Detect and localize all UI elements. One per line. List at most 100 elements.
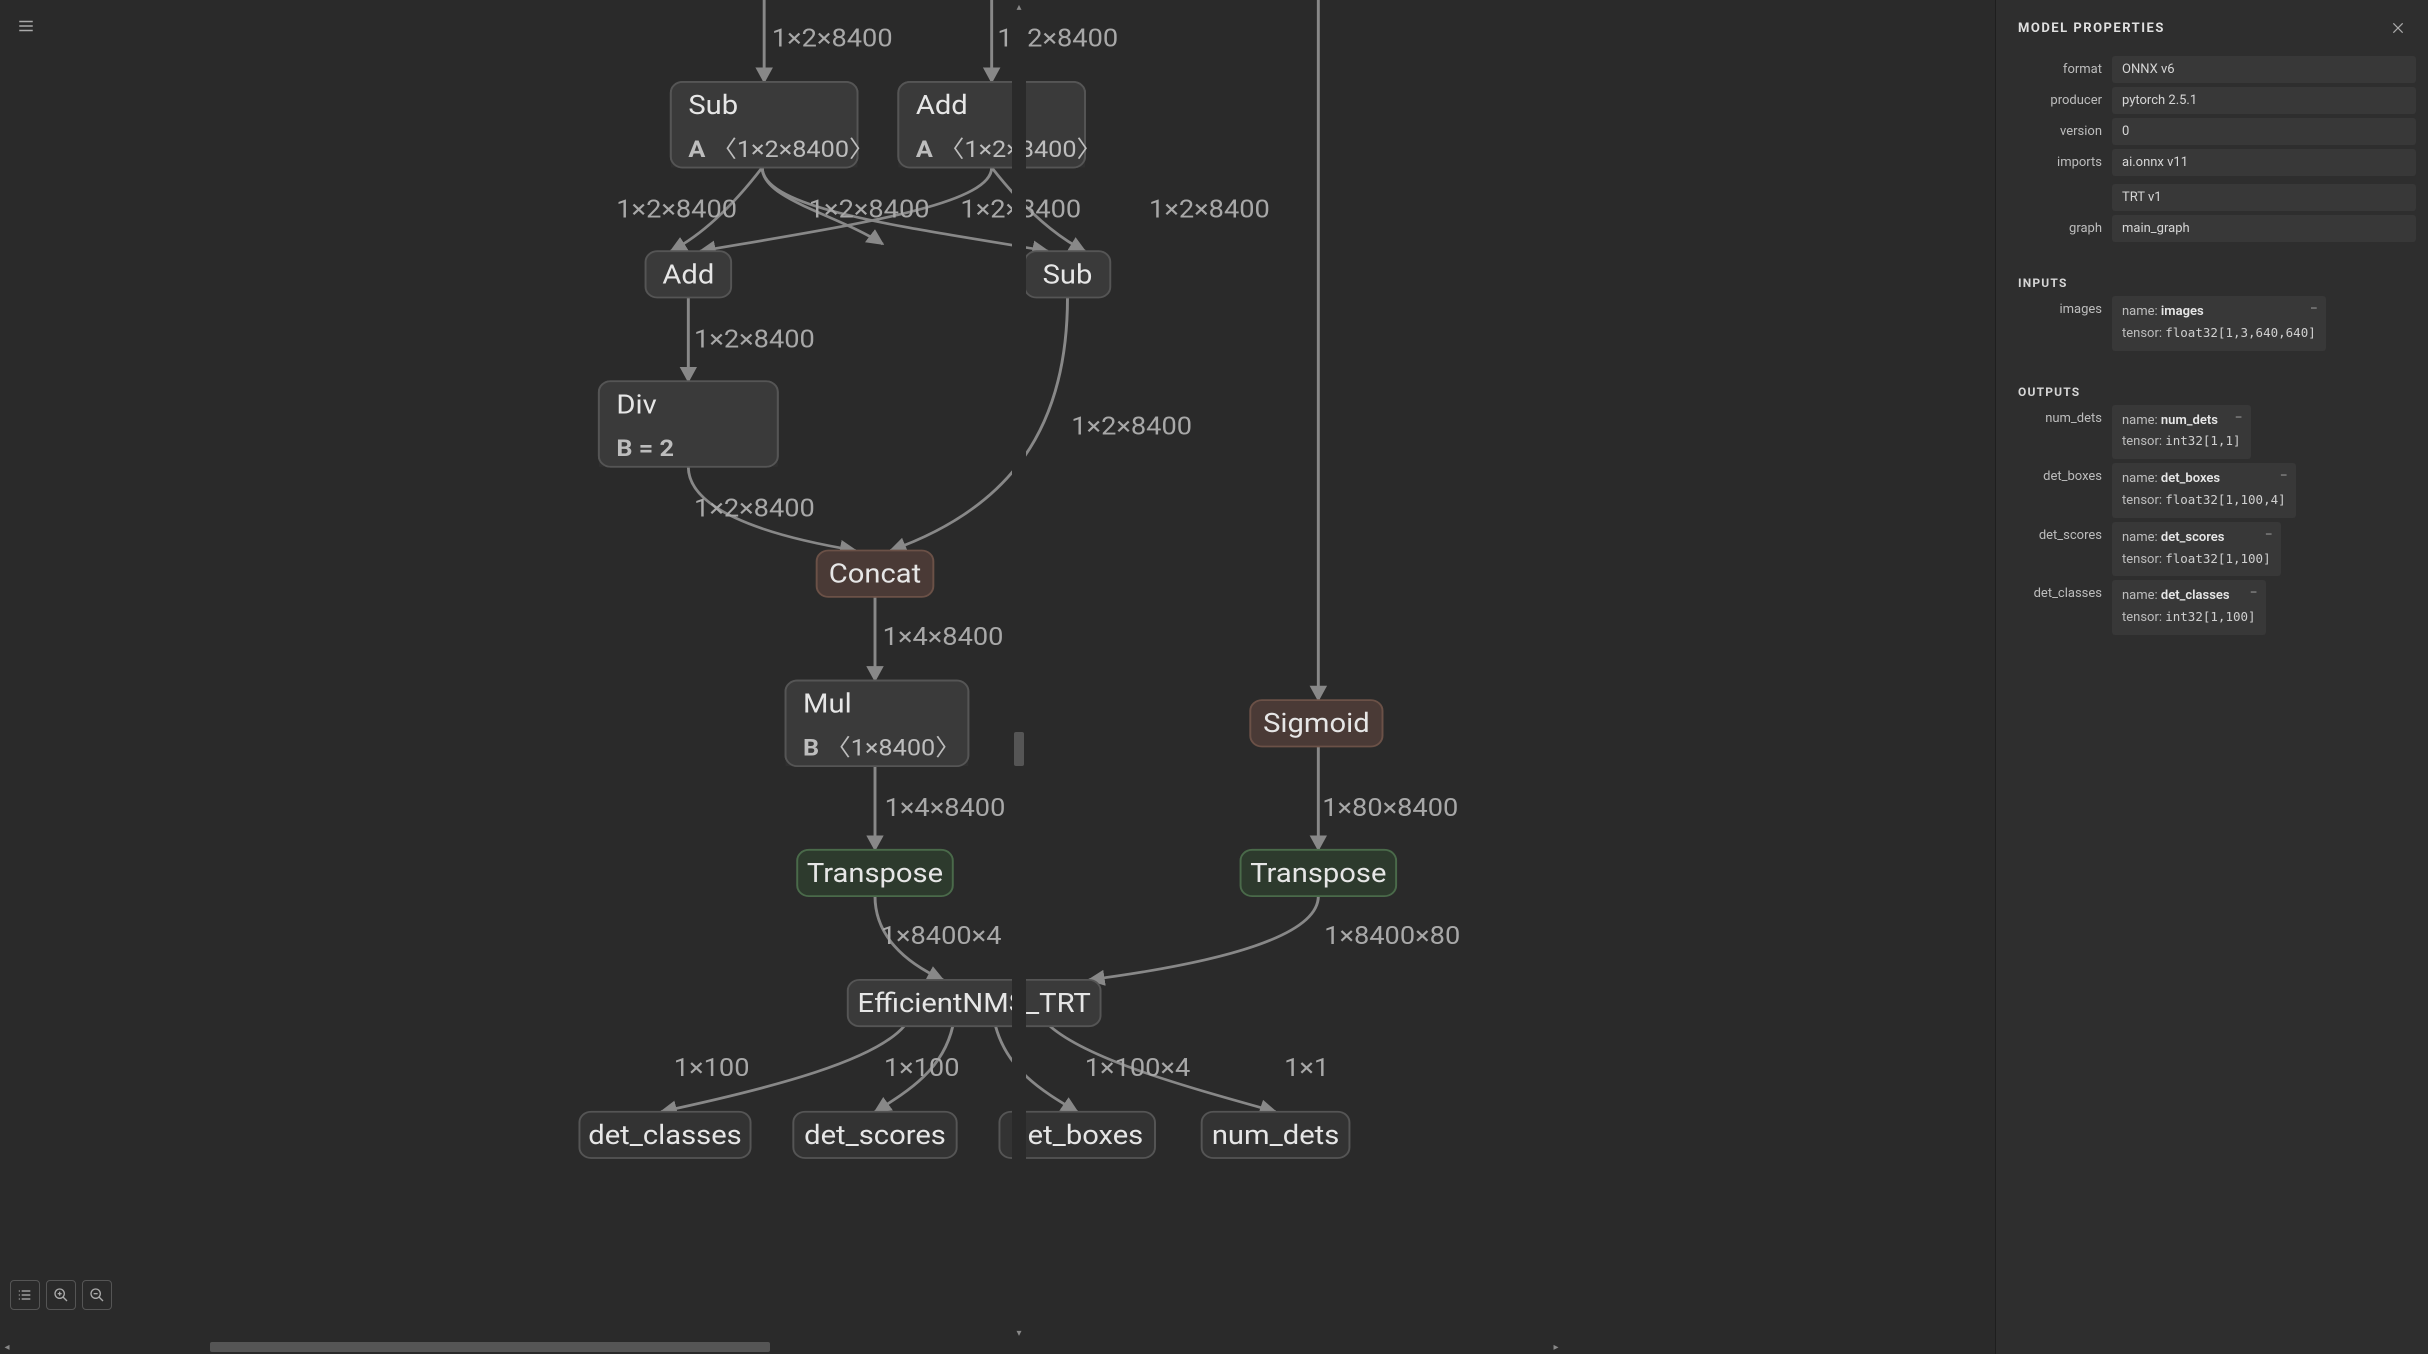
node-title: Add [916,89,968,121]
menu-button[interactable] [12,12,40,40]
property-row: version0 [2018,118,2416,145]
edge-label: 1×2×8400 [694,325,815,354]
graph-node-sigmoid[interactable]: Sigmoid [1250,700,1382,746]
node-title: Add [662,258,714,290]
app-root: 1×2×8400 1×2×8400 1×2×8400 1×2×8400 1×2×8400… [0,0,2428,1354]
property-value[interactable]: pytorch 2.5.1 [2112,87,2416,114]
close-sidebar-button[interactable] [2388,18,2408,38]
node-title: Transpose [1250,857,1386,889]
io-row: det_scores−name: det_scorestensor: float… [2018,522,2416,577]
zoom-out-button[interactable] [82,1280,112,1310]
property-row: producerpytorch 2.5.1 [2018,87,2416,114]
io-value-block[interactable]: −name: det_classestensor: int32[1,100] [2112,580,2266,635]
graph-node-add1[interactable]: Add A 〈1×2×8400〉 [898,82,1101,168]
inputs-heading: INPUTS [2018,262,2416,296]
property-value[interactable]: main_graph [2112,215,2416,242]
graph-node-transpose1[interactable]: Transpose [797,850,953,896]
graph-node-out_scores[interactable]: det_scores [793,1112,956,1158]
graph-node-out_num[interactable]: num_dets [1202,1112,1350,1158]
edge-label: 1×80×8400 [1322,794,1458,823]
property-label: imports [2018,149,2112,211]
graph-node-sub2[interactable]: Sub [1025,251,1111,297]
scroll-left-arrow-icon[interactable]: ◂ [0,1340,14,1354]
node-title: Sub [1043,258,1093,290]
graph-node-transpose2[interactable]: Transpose [1241,850,1397,896]
graph-canvas[interactable]: 1×2×8400 1×2×8400 1×2×8400 1×2×8400 1×2×8400… [0,0,1995,1354]
node-title: Sub [688,89,738,121]
vertical-scroll-thumb[interactable] [1014,732,1024,766]
zoom-in-button[interactable] [46,1280,76,1310]
graph-node-add2[interactable]: Add [646,251,732,297]
close-icon [2391,21,2405,35]
edge-label: 1×100×4 [1085,1054,1191,1083]
collapse-toggle[interactable]: − [2310,301,2318,317]
io-label: det_classes [2018,580,2112,635]
collapse-toggle[interactable]: − [2265,527,2273,543]
graph-edge [1089,896,1318,980]
node-title: num_dets [1212,1119,1339,1151]
node-attribute: B 〈1×8400〉 [803,734,960,761]
scroll-up-arrow-icon[interactable]: ▴ [1012,0,1026,14]
io-row: num_dets−name: num_detstensor: int32[1,1… [2018,405,2416,460]
property-label: format [2018,56,2112,83]
horizontal-scroll-thumb[interactable] [210,1342,770,1352]
collapse-toggle[interactable]: − [2234,410,2242,426]
vertical-scrollbar[interactable]: ▴ ▾ [1012,0,1026,1340]
outputs-section: OUTPUTS num_dets−name: num_detstensor: i… [1996,365,2428,649]
node-title: EfficientNMS_TRT [858,987,1092,1019]
node-title: det_boxes [1011,1119,1143,1151]
edge-label: 1×1 [1284,1054,1329,1083]
edge-label: 1×4×8400 [883,623,1004,652]
horizontal-scrollbar[interactable]: ◂ ▸ [0,1340,1563,1354]
graph-edge [996,1026,1078,1112]
node-attribute: B = 2 [616,435,674,462]
graph-node-nms[interactable]: EfficientNMS_TRT [848,980,1101,1026]
io-label: num_dets [2018,405,2112,460]
property-label: producer [2018,87,2112,114]
graph-node-sub1[interactable]: Sub A 〈1×2×8400〉 [671,82,874,168]
io-value-block[interactable]: −name: det_boxestensor: float32[1,100,4] [2112,463,2296,518]
property-label: version [2018,118,2112,145]
node-attribute: A 〈1×2×8400〉 [916,136,1102,163]
list-icon [17,1287,33,1303]
collapse-toggle[interactable]: − [2280,468,2288,484]
io-row: images−name: imagestensor: float32[1,3,6… [2018,296,2416,351]
node-title: Sigmoid [1263,707,1370,739]
graph-node-mul[interactable]: Mul B 〈1×8400〉 [786,681,969,767]
edge-label: 1×4×8400 [885,794,1006,823]
io-value-block[interactable]: −name: det_scorestensor: float32[1,100] [2112,522,2281,577]
property-row-graph: graphmain_graph [2018,215,2416,242]
sidebar-title: MODEL PROPERTIES [2018,21,2165,36]
property-value[interactable]: 0 [2112,118,2416,145]
edge-label: 1×2×8400 [772,24,893,53]
node-title: det_scores [804,1119,946,1151]
properties-section: formatONNX v6producerpytorch 2.5.1versio… [1996,50,2428,256]
graph-edge [891,298,1068,551]
graph-node-out_classes[interactable]: det_classes [579,1112,750,1158]
names-toggle-button[interactable] [10,1280,40,1310]
property-row: formatONNX v6 [2018,56,2416,83]
property-value[interactable]: ONNX v6 [2112,56,2416,83]
edge-label: 1×2×8400 [1149,195,1270,224]
graph-node-concat[interactable]: Concat [817,551,934,597]
node-title: det_classes [588,1119,741,1151]
collapse-toggle[interactable]: − [2250,585,2258,601]
property-value[interactable]: ai.onnx v11 [2112,149,2416,176]
property-value[interactable]: TRT v1 [2112,184,2416,211]
graph-node-div[interactable]: Div B = 2 [599,381,778,467]
io-row: det_classes−name: det_classestensor: int… [2018,580,2416,635]
property-label: graph [2018,215,2112,242]
edge-label: 1×2×8400 [616,195,737,224]
node-title: Div [616,388,657,420]
node-title: Mul [803,688,852,720]
io-value-block[interactable]: −name: num_detstensor: int32[1,1] [2112,405,2251,460]
edge-label: 1×2×8400 [809,195,930,224]
scroll-right-arrow-icon[interactable]: ▸ [1549,1340,1563,1354]
io-value-block[interactable]: −name: imagestensor: float32[1,3,640,640… [2112,296,2326,351]
properties-sidebar: MODEL PROPERTIES formatONNX v6producerpy… [1995,0,2428,1354]
node-attribute: A 〈1×2×8400〉 [688,136,874,163]
scroll-down-arrow-icon[interactable]: ▾ [1012,1326,1026,1340]
bottom-toolbar [10,1280,112,1310]
edge-label: 1×2×8400 [694,495,815,524]
zoom-in-icon [53,1287,69,1303]
